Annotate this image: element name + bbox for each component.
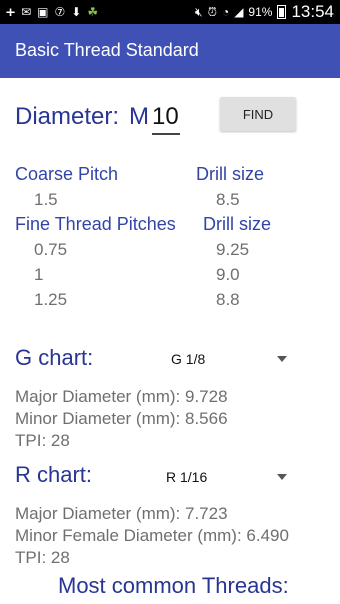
notification-icons: ➕︎ ✉ ▣ ⑦ ⬇ ☘ — [6, 3, 98, 21]
coarse-drill-header: Drill size — [196, 164, 265, 184]
clock: 13:54 — [291, 2, 334, 21]
alarm-icon: ⏰︎ — [207, 5, 217, 19]
seven-icon: ⑦ — [54, 5, 66, 19]
g-chart-selected: G 1/8 — [171, 351, 206, 367]
coarse-pitch-header: Coarse Pitch — [15, 164, 119, 184]
r-tpi: TPI: 28 — [15, 548, 70, 567]
r-chart-dropdown[interactable]: R 1/16 — [160, 464, 290, 490]
find-button[interactable]: FIND — [220, 97, 296, 131]
fine-drill-value: 9.25 — [216, 240, 250, 259]
fine-pitch-value: 1.25 — [34, 290, 68, 309]
battery-percent: 91% — [248, 5, 273, 19]
signal-icon: ◢ — [234, 5, 244, 19]
g-chart-dropdown[interactable]: G 1/8 — [165, 346, 290, 372]
g-chart-label: G chart: — [15, 345, 94, 370]
status-bar: ➕︎ ✉ ▣ ⑦ ⬇ ☘ 🔇︎ ⏰︎ ◔ ◢ 91% 13:54 — [0, 0, 340, 24]
diameter-label: Diameter: — [15, 103, 120, 130]
plus-icon: ➕︎ — [6, 5, 16, 19]
diameter-prefix: M — [129, 103, 149, 130]
diameter-input[interactable] — [152, 101, 180, 135]
fine-pitch-value: 0.75 — [34, 240, 68, 259]
coarse-pitch-value: 1.5 — [34, 190, 58, 209]
wifi-icon: ◔ — [221, 5, 230, 19]
r-chart-label: R chart: — [15, 462, 93, 487]
fine-drill-header: Drill size — [203, 214, 272, 234]
g-tpi: TPI: 28 — [15, 431, 70, 450]
g-minor-diameter: Minor Diameter (mm): 8.566 — [15, 409, 228, 428]
fine-drill-value: 8.8 — [216, 290, 240, 309]
r-major-diameter: Major Diameter (mm): 7.723 — [15, 504, 228, 523]
fine-drill-value: 9.0 — [216, 265, 240, 284]
fine-pitch-header: Fine Thread Pitches — [15, 214, 176, 234]
android-icon: ☘ — [87, 5, 99, 19]
system-icons: 🔇︎ ⏰︎ ◔ ◢ 91% 13:54 — [195, 2, 334, 22]
app-bar: Basic Thread Standard — [0, 24, 340, 78]
r-minor-diameter: Minor Female Diameter (mm): 6.490 — [15, 526, 289, 545]
mail-icon: ✉ — [21, 5, 32, 19]
chevron-down-icon — [277, 356, 287, 362]
app-title: Basic Thread Standard — [15, 40, 199, 60]
g-major-diameter: Major Diameter (mm): 9.728 — [15, 387, 228, 406]
fine-pitch-value: 1 — [34, 265, 44, 284]
mute-icon: 🔇︎ — [195, 5, 203, 19]
common-threads-title: Most common Threads: — [58, 573, 289, 598]
coarse-drill-value: 8.5 — [216, 190, 240, 209]
battery-icon — [277, 5, 287, 19]
download-icon: ⬇ — [71, 5, 82, 19]
chevron-down-icon — [277, 474, 287, 480]
r-chart-selected: R 1/16 — [166, 469, 208, 485]
zalo-icon: ▣ — [37, 5, 49, 19]
